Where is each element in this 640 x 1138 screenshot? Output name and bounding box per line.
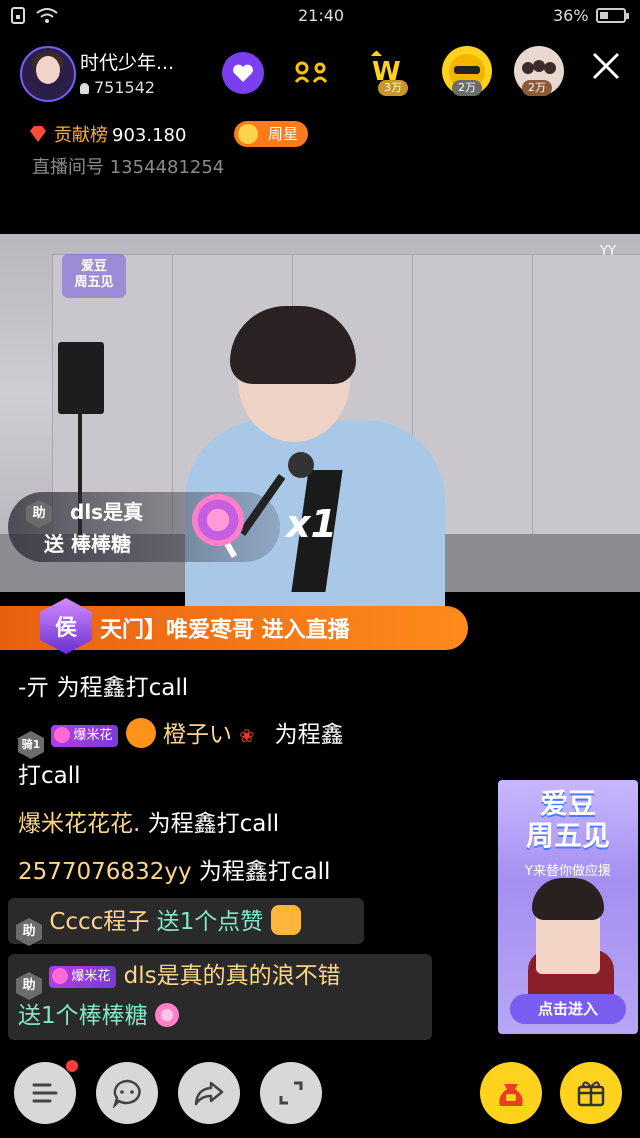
- weekly-star-label: 周星: [267, 125, 298, 143]
- chat-message: 爆米花花花. 为程鑫打call: [18, 808, 279, 840]
- helper-badge: 助: [16, 918, 42, 946]
- chat-message: 助 Cccc程子 送1个点赞: [16, 905, 301, 946]
- mic-icon: [294, 61, 328, 83]
- notification-dot: [66, 1060, 78, 1072]
- helper-badge: 助: [16, 972, 42, 1000]
- chat-nick[interactable]: dls是真的真的浪不错: [124, 963, 341, 989]
- wifi-icon: [36, 8, 58, 23]
- entry-text: 天门】唯爱枣哥 进入直播: [100, 618, 350, 643]
- chat-bubble-icon: [112, 1079, 141, 1108]
- host-name[interactable]: 时代少年...: [80, 48, 174, 75]
- chat-nick[interactable]: 橙子い: [163, 722, 232, 748]
- heart-icon: [233, 64, 253, 82]
- status-bar: 21:40 36%: [0, 0, 640, 32]
- chat-nick[interactable]: 2577076832yy: [18, 859, 192, 885]
- chat-text: 打call: [18, 763, 81, 789]
- chat-message: 骑1 爆米花 橙子い ❀ 为程鑫: [18, 718, 344, 759]
- viewer-count: 751542: [80, 78, 155, 97]
- chat-text: 为程鑫: [274, 722, 344, 748]
- ad-title: 爱豆 周五见: [525, 787, 610, 852]
- gift-button[interactable]: [560, 1062, 622, 1124]
- rank-1-badge: 3万: [378, 80, 408, 96]
- chat-text: 为程鑫打call: [56, 675, 189, 701]
- paw-icon: ❀: [239, 726, 255, 747]
- chat-message: 2577076832yy 为程鑫打call: [18, 856, 330, 888]
- heart-icon: [54, 727, 71, 743]
- chat-message: -亓 为程鑫打call: [18, 672, 188, 704]
- battery-icon: [596, 8, 629, 23]
- chat-text: 送1个棒棒糖: [18, 1003, 148, 1029]
- fullscreen-button[interactable]: [260, 1062, 322, 1124]
- menu-icon: [32, 1083, 58, 1103]
- chat-nick[interactable]: 爆米花花花.: [18, 811, 140, 837]
- ad-enter-button[interactable]: 点击进入: [510, 994, 626, 1024]
- speaker: [58, 342, 104, 414]
- lucky-bag-icon: [499, 1084, 523, 1106]
- lucky-bag-button[interactable]: [480, 1062, 542, 1124]
- event-ad-card[interactable]: 爱豆 周五见 Y来替你做应援 点击进入: [498, 780, 638, 1034]
- contribution-rank[interactable]: 贡献榜 903.180: [28, 121, 186, 147]
- share-icon: [194, 1081, 224, 1106]
- gift-sender: dls是真: [70, 500, 144, 524]
- chat-text: 送1个点赞: [156, 909, 264, 935]
- lollipop-icon: [192, 494, 244, 546]
- star-icon: [238, 124, 258, 144]
- fan-badge: 爆米花: [51, 725, 119, 747]
- orange-icon: [125, 718, 156, 748]
- diamond-icon: [30, 126, 46, 142]
- expand-icon: [279, 1081, 303, 1105]
- contrib-label: 贡献榜: [54, 125, 108, 146]
- gift-action: 送 棒棒糖: [44, 532, 131, 556]
- chat-text: 为程鑫打call: [147, 811, 280, 837]
- mic-link-button[interactable]: [290, 58, 334, 88]
- rank-3-badge: 2万: [522, 80, 552, 96]
- ad-person-hair: [532, 878, 604, 920]
- share-button[interactable]: [178, 1062, 240, 1124]
- helper-badge: 助: [26, 500, 52, 528]
- level-badge: 骑1: [18, 731, 44, 759]
- fan-badge: 爆米花: [49, 966, 117, 988]
- lollipop-icon: [154, 1003, 179, 1027]
- ad-subtitle: Y来替你做应援: [525, 864, 611, 879]
- yy-watermark: YY: [600, 244, 616, 259]
- weekly-star-badge[interactable]: 周星: [234, 121, 308, 147]
- notification-icon: [11, 7, 25, 24]
- host-avatar[interactable]: [20, 46, 76, 102]
- microphone: [288, 452, 314, 478]
- rank-2-badge: 2万: [452, 80, 482, 96]
- room-label: 直播间号: [32, 157, 104, 178]
- follow-button[interactable]: [222, 52, 264, 94]
- chat-message-cont: 送1个棒棒糖: [18, 1000, 179, 1032]
- close-icon[interactable]: [588, 48, 624, 84]
- chat-text: 为程鑫打call: [198, 859, 331, 885]
- clock: 21:40: [298, 6, 345, 25]
- chat-nick[interactable]: Cccc程子: [49, 909, 149, 935]
- gift-combo: x1: [286, 502, 337, 546]
- menu-button[interactable]: [14, 1062, 76, 1124]
- viewer-count-value: 751542: [94, 78, 156, 97]
- person-icon: [80, 83, 89, 94]
- chat-button[interactable]: [96, 1062, 158, 1124]
- heart-icon: [52, 968, 69, 984]
- room-number: 直播间号 1354481254: [32, 153, 224, 179]
- thumbs-up-icon: [270, 905, 301, 935]
- chat-nick[interactable]: -亓: [18, 675, 49, 701]
- gift-box-icon: [577, 1081, 605, 1107]
- room-number-value: 1354481254: [109, 157, 225, 178]
- chat-message-cont: 打call: [18, 760, 81, 792]
- contrib-value: 903.180: [112, 125, 187, 146]
- wall-panel: [532, 254, 640, 546]
- show-logo: 爱豆 周五见: [62, 254, 126, 298]
- battery-percent: 36%: [553, 6, 589, 25]
- chat-message: 助 爆米花 dls是真的真的浪不错: [16, 960, 341, 1000]
